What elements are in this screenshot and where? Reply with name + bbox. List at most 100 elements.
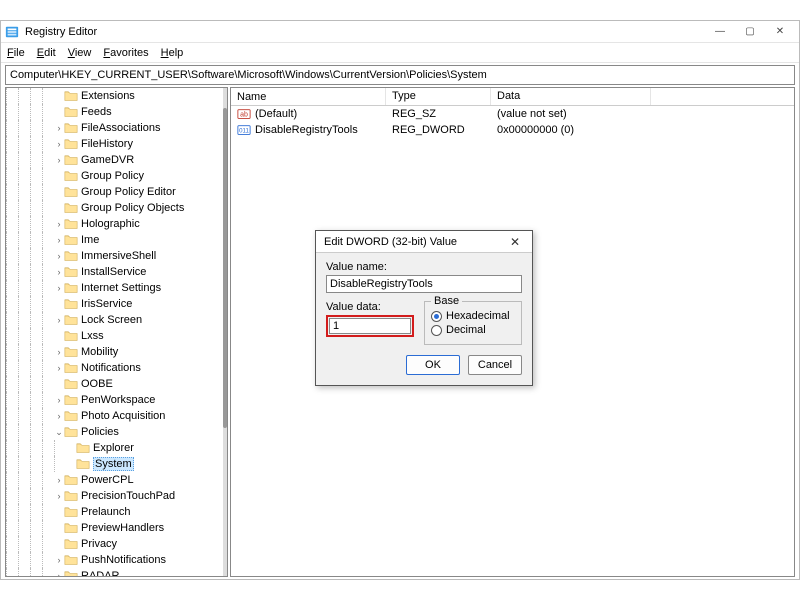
tree-node-label: Group Policy (81, 170, 144, 182)
radio-decimal[interactable] (431, 325, 442, 336)
expander-icon[interactable]: › (54, 571, 64, 576)
menu-edit[interactable]: Edit (37, 47, 56, 59)
menu-help[interactable]: Help (161, 47, 184, 59)
tree-node-label: IrisService (81, 298, 132, 310)
folder-icon (64, 170, 78, 182)
tree-node[interactable]: ›Internet Settings (6, 280, 221, 296)
value-type: REG_DWORD (386, 124, 491, 136)
radio-decimal-row[interactable]: Decimal (431, 324, 515, 336)
tree-node[interactable]: ›Lock Screen (6, 312, 221, 328)
tree-scrollbar[interactable] (223, 88, 227, 576)
expander-icon[interactable]: › (54, 251, 64, 261)
close-button[interactable]: ✕ (765, 22, 795, 42)
minimize-button[interactable]: — (705, 22, 735, 42)
tree-node-label: Policies (81, 426, 119, 438)
tree-node[interactable]: ›Photo Acquisition (6, 408, 221, 424)
expander-icon[interactable]: › (54, 555, 64, 565)
value-name-input[interactable] (326, 275, 522, 293)
expander-icon[interactable]: › (54, 363, 64, 373)
folder-icon (64, 570, 78, 576)
tree-node[interactable]: ›ImmersiveShell (6, 248, 221, 264)
ok-button[interactable]: OK (406, 355, 460, 375)
folder-icon (64, 202, 78, 214)
window-controls: — ▢ ✕ (705, 22, 795, 42)
tree-node[interactable]: ›GameDVR (6, 152, 221, 168)
expander-icon[interactable]: › (54, 347, 64, 357)
tree-node[interactable]: ›InstallService (6, 264, 221, 280)
menu-view[interactable]: View (68, 47, 92, 59)
tree-node[interactable]: ›FileAssociations (6, 120, 221, 136)
value-data-input[interactable] (329, 318, 411, 334)
col-header-data[interactable]: Data (491, 88, 651, 105)
value-name: DisableRegistryTools (255, 124, 358, 136)
expander-icon[interactable]: › (54, 475, 64, 485)
expander-icon[interactable]: › (54, 235, 64, 245)
expander-icon[interactable]: › (54, 123, 64, 133)
title-bar[interactable]: Registry Editor — ▢ ✕ (1, 21, 799, 43)
tree-node-label: Explorer (93, 442, 134, 454)
tree-node[interactable]: Group Policy Editor (6, 184, 221, 200)
cancel-button[interactable]: Cancel (468, 355, 522, 375)
tree-node[interactable]: Lxss (6, 328, 221, 344)
expander-icon[interactable]: › (54, 219, 64, 229)
tree-panel: ExtensionsFeeds›FileAssociations›FileHis… (5, 87, 228, 577)
tree-node[interactable]: › PenWorkspace (6, 392, 221, 408)
tree-node[interactable]: Explorer (6, 440, 221, 456)
folder-icon (64, 154, 78, 166)
expander-icon[interactable]: › (54, 395, 64, 405)
tree-node[interactable]: ›Notifications (6, 360, 221, 376)
tree-node[interactable]: › Ime (6, 232, 221, 248)
col-header-type[interactable]: Type (386, 88, 491, 105)
tree-node[interactable]: Prelaunch (6, 504, 221, 520)
list-row[interactable]: ab(Default)REG_SZ(value not set) (231, 106, 794, 122)
tree-node[interactable]: OOBE (6, 376, 221, 392)
folder-icon (64, 522, 78, 534)
tree-node-label: Ime (81, 234, 99, 246)
radio-decimal-label: Decimal (446, 324, 486, 336)
col-header-name[interactable]: Name (231, 88, 386, 105)
tree-node[interactable]: ›PrecisionTouchPad (6, 488, 221, 504)
tree-node[interactable]: ›RADAR (6, 568, 221, 576)
tree-node[interactable]: ›Holographic (6, 216, 221, 232)
maximize-button[interactable]: ▢ (735, 22, 765, 42)
radio-hexadecimal[interactable] (431, 311, 442, 322)
menu-bar: File Edit View Favorites Help (1, 43, 799, 63)
tree-view[interactable]: ExtensionsFeeds›FileAssociations›FileHis… (6, 88, 221, 576)
dialog-title-bar[interactable]: Edit DWORD (32-bit) Value ✕ (316, 231, 532, 253)
expander-icon[interactable]: › (54, 267, 64, 277)
tree-node[interactable]: ⌄ Policies (6, 424, 221, 440)
list-body[interactable]: ab(Default)REG_SZ(value not set)011Disab… (231, 106, 794, 138)
tree-node[interactable]: ›Mobility (6, 344, 221, 360)
tree-node[interactable]: PreviewHandlers (6, 520, 221, 536)
radio-hexadecimal-row[interactable]: Hexadecimal (431, 310, 515, 322)
tree-node[interactable]: Privacy (6, 536, 221, 552)
tree-node[interactable]: Extensions (6, 88, 221, 104)
tree-node[interactable]: IrisService (6, 296, 221, 312)
expander-icon[interactable]: › (54, 491, 64, 501)
tree-node[interactable]: Group Policy (6, 168, 221, 184)
tree-node[interactable]: ›PushNotifications (6, 552, 221, 568)
folder-icon (64, 474, 78, 486)
folder-icon (64, 490, 78, 502)
expander-icon[interactable]: › (54, 315, 64, 325)
tree-node[interactable]: System (6, 456, 221, 472)
folder-icon (64, 250, 78, 262)
value-data-label: Value data: (326, 301, 414, 313)
expander-icon[interactable]: ⌄ (54, 427, 64, 438)
tree-node-label: PenWorkspace (81, 394, 155, 406)
tree-node[interactable]: Feeds (6, 104, 221, 120)
tree-node[interactable]: ›PowerCPL (6, 472, 221, 488)
dialog-close-button[interactable]: ✕ (506, 235, 524, 249)
tree-node-label: OOBE (81, 378, 113, 390)
list-row[interactable]: 011DisableRegistryToolsREG_DWORD0x000000… (231, 122, 794, 138)
expander-icon[interactable]: › (54, 411, 64, 421)
expander-icon[interactable]: › (54, 139, 64, 149)
tree-scrollbar-thumb[interactable] (223, 108, 227, 428)
expander-icon[interactable]: › (54, 283, 64, 293)
address-bar[interactable]: Computer\HKEY_CURRENT_USER\Software\Micr… (5, 65, 795, 85)
expander-icon[interactable]: › (54, 155, 64, 165)
tree-node[interactable]: Group Policy Objects (6, 200, 221, 216)
menu-file[interactable]: File (7, 47, 25, 59)
menu-favorites[interactable]: Favorites (103, 47, 148, 59)
tree-node[interactable]: ›FileHistory (6, 136, 221, 152)
